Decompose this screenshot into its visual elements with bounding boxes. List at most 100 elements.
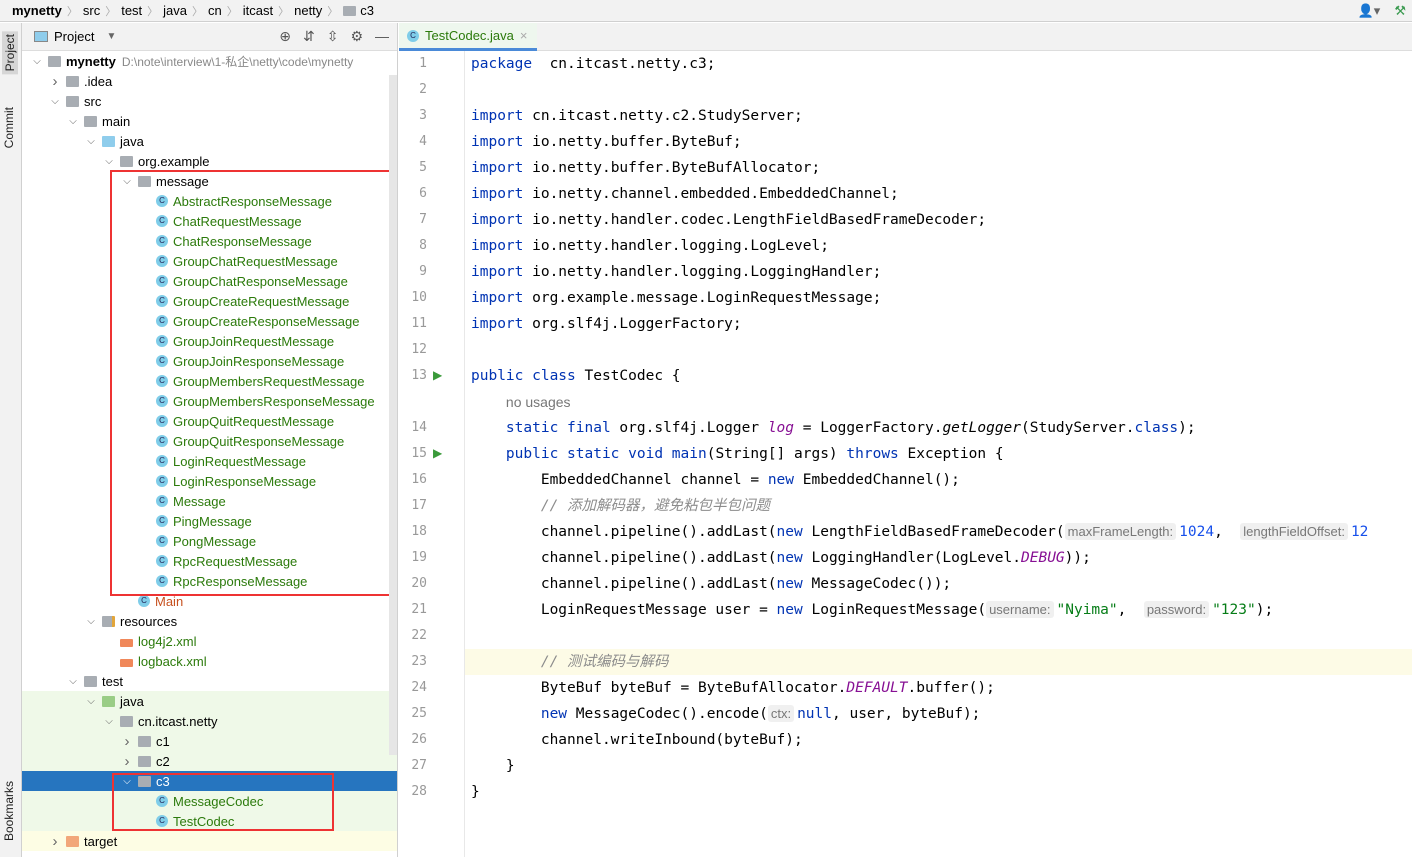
tree-scrollbar[interactable] xyxy=(389,75,397,755)
collapse-all-icon[interactable]: ⇳ xyxy=(327,28,339,45)
tree-item[interactable]: C GroupCreateResponseMessage xyxy=(22,311,388,331)
code-token: LoginRequestMessage( xyxy=(802,602,987,618)
chevron-down-icon[interactable]: ⌵ xyxy=(84,616,98,627)
tree-item[interactable]: C GroupChatRequestMessage xyxy=(22,251,388,271)
code-token: "Nyima" xyxy=(1056,602,1118,618)
locate-icon[interactable]: ⊕ xyxy=(279,28,291,45)
tree-item[interactable]: ⌵ cn.itcast.netty xyxy=(22,711,397,731)
chevron-right-icon[interactable]: › xyxy=(48,833,62,850)
folder-icon xyxy=(120,155,133,167)
chevron-right-icon[interactable]: › xyxy=(120,753,134,770)
code-token: DEFAULT xyxy=(846,680,908,696)
code-token: import xyxy=(471,316,524,332)
tree-item[interactable]: ⌵ src xyxy=(22,91,388,111)
tree-item[interactable]: › c1 xyxy=(22,731,397,751)
code-token: io.netty.handler.logging.LogLevel; xyxy=(523,238,829,254)
breadcrumb-item[interactable]: src xyxy=(83,3,100,18)
code-line: no usages xyxy=(471,389,571,415)
tree-item[interactable]: › .idea xyxy=(22,71,388,91)
tree-item[interactable]: C RpcRequestMessage xyxy=(22,551,388,571)
breadcrumb-item[interactable]: itcast xyxy=(243,3,273,18)
class-icon: C xyxy=(156,815,168,827)
tab-testcodec-java[interactable]: C TestCodec.java × xyxy=(399,23,537,51)
tree-item[interactable]: C GroupChatResponseMessage xyxy=(22,271,388,291)
chevron-down-icon[interactable]: ⌵ xyxy=(48,96,62,107)
breadcrumb-item[interactable]: mynetty xyxy=(12,3,62,18)
line-number: 23 xyxy=(411,654,427,669)
tree-item[interactable]: C ChatRequestMessage xyxy=(22,211,388,231)
tree-item[interactable]: › c2 xyxy=(22,751,397,771)
tree-item[interactable]: C AbstractResponseMessage xyxy=(22,191,388,211)
tree-item-label: Main xyxy=(155,593,184,609)
tree-item[interactable]: C GroupCreateRequestMessage xyxy=(22,291,388,311)
chevron-right-icon[interactable]: › xyxy=(48,73,62,90)
chevron-down-icon[interactable]: ⌵ xyxy=(66,676,80,687)
breadcrumb-item[interactable]: netty xyxy=(294,3,322,18)
tree-item[interactable]: C LoginResponseMessage xyxy=(22,471,388,491)
chevron-down-icon[interactable]: ⌵ xyxy=(102,716,116,727)
breadcrumb-item[interactable]: cn xyxy=(208,3,222,18)
gear-icon[interactable]: ⚙ xyxy=(350,28,363,45)
tree-item[interactable]: ⌵ main xyxy=(22,111,388,131)
tree-item-label: TestCodec xyxy=(173,813,235,829)
code-editor[interactable]: package cn.itcast.netty.c3; import cn.itc… xyxy=(465,51,1412,857)
tree-item[interactable]: ⌵ java xyxy=(22,691,397,711)
project-view-selector[interactable]: Project xyxy=(54,29,94,44)
project-tool-button[interactable]: Project xyxy=(2,31,18,75)
tree-item[interactable]: ⌵ test xyxy=(22,671,388,691)
user-icon[interactable]: 👤▾ xyxy=(1358,3,1381,19)
tree-item[interactable]: ⌵ java xyxy=(22,131,388,151)
tree-item[interactable]: ⌵ mynetty D:\note\interview\1-私企\netty\cod… xyxy=(22,51,388,71)
run-gutter-icon[interactable]: ▶ xyxy=(433,446,442,460)
tree-item[interactable]: C GroupQuitRequestMessage xyxy=(22,411,388,431)
tree-item[interactable]: C GroupMembersResponseMessage xyxy=(22,391,388,411)
chevron-down-icon[interactable]: ⌵ xyxy=(120,776,134,787)
code-line: import org.slf4j.LoggerFactory; xyxy=(471,311,742,337)
tree-item[interactable]: C PingMessage xyxy=(22,511,388,531)
code-token: io.netty.buffer.ByteBufAllocator; xyxy=(523,160,821,176)
tree-item[interactable]: logback.xml xyxy=(22,651,388,671)
chevron-down-icon[interactable]: ⌵ xyxy=(120,176,134,187)
build-hammer-icon[interactable]: ⚒ xyxy=(1394,3,1406,19)
code-token: MessageCodec().encode( xyxy=(567,706,768,722)
tree-item[interactable]: ⌵ resources xyxy=(22,611,388,631)
tree-item[interactable]: ⌵ message xyxy=(22,171,388,191)
tree-item[interactable]: C GroupJoinRequestMessage xyxy=(22,331,388,351)
expand-all-icon[interactable]: ⇵ xyxy=(303,28,315,45)
code-token: no usages xyxy=(505,394,571,410)
tree-item[interactable]: C ChatResponseMessage xyxy=(22,231,388,251)
tree-item[interactable]: C RpcResponseMessage xyxy=(22,571,388,591)
tree-item-label: cn.itcast.netty xyxy=(138,713,218,729)
chevron-right-icon[interactable]: › xyxy=(120,733,134,750)
class-icon: C xyxy=(156,195,168,207)
run-gutter-icon[interactable]: ▶ xyxy=(433,368,442,382)
chevron-down-icon[interactable]: ⌵ xyxy=(84,136,98,147)
chevron-down-icon[interactable]: ⌵ xyxy=(102,156,116,167)
tree-item[interactable]: C PongMessage xyxy=(22,531,388,551)
commit-tool-button[interactable]: Commit xyxy=(2,107,16,148)
minimize-icon[interactable]: — xyxy=(375,28,389,45)
tree-item[interactable]: C GroupMembersRequestMessage xyxy=(22,371,388,391)
breadcrumb-item[interactable]: c3 xyxy=(343,3,374,18)
chevron-down-icon[interactable]: ▼ xyxy=(106,31,116,42)
tree-item[interactable]: C TestCodec xyxy=(22,811,397,831)
chevron-down-icon[interactable]: ⌵ xyxy=(66,116,80,127)
breadcrumb-item[interactable]: java xyxy=(163,3,187,18)
tree-item[interactable]: ⌵ org.example xyxy=(22,151,388,171)
bookmarks-tool-button[interactable]: Bookmarks xyxy=(2,781,16,841)
tree-item[interactable]: › target xyxy=(22,831,397,851)
breadcrumb-item[interactable]: test xyxy=(121,3,142,18)
tree-item[interactable]: log4j2.xml xyxy=(22,631,388,651)
close-icon[interactable]: × xyxy=(520,28,528,43)
chevron-down-icon[interactable]: ⌵ xyxy=(84,696,98,707)
tree-item[interactable]: C Message xyxy=(22,491,388,511)
tree-item[interactable]: C GroupQuitResponseMessage xyxy=(22,431,388,451)
tree-item[interactable]: C GroupJoinResponseMessage xyxy=(22,351,388,371)
tree-item[interactable]: C Main xyxy=(22,591,388,611)
tree-item[interactable]: C LoginRequestMessage xyxy=(22,451,388,471)
tree-item-label: target xyxy=(84,833,118,849)
tree-item[interactable]: C MessageCodec xyxy=(22,791,397,811)
tree-item[interactable]: ⌵ c3 xyxy=(22,771,397,791)
chevron-down-icon[interactable]: ⌵ xyxy=(30,56,44,67)
